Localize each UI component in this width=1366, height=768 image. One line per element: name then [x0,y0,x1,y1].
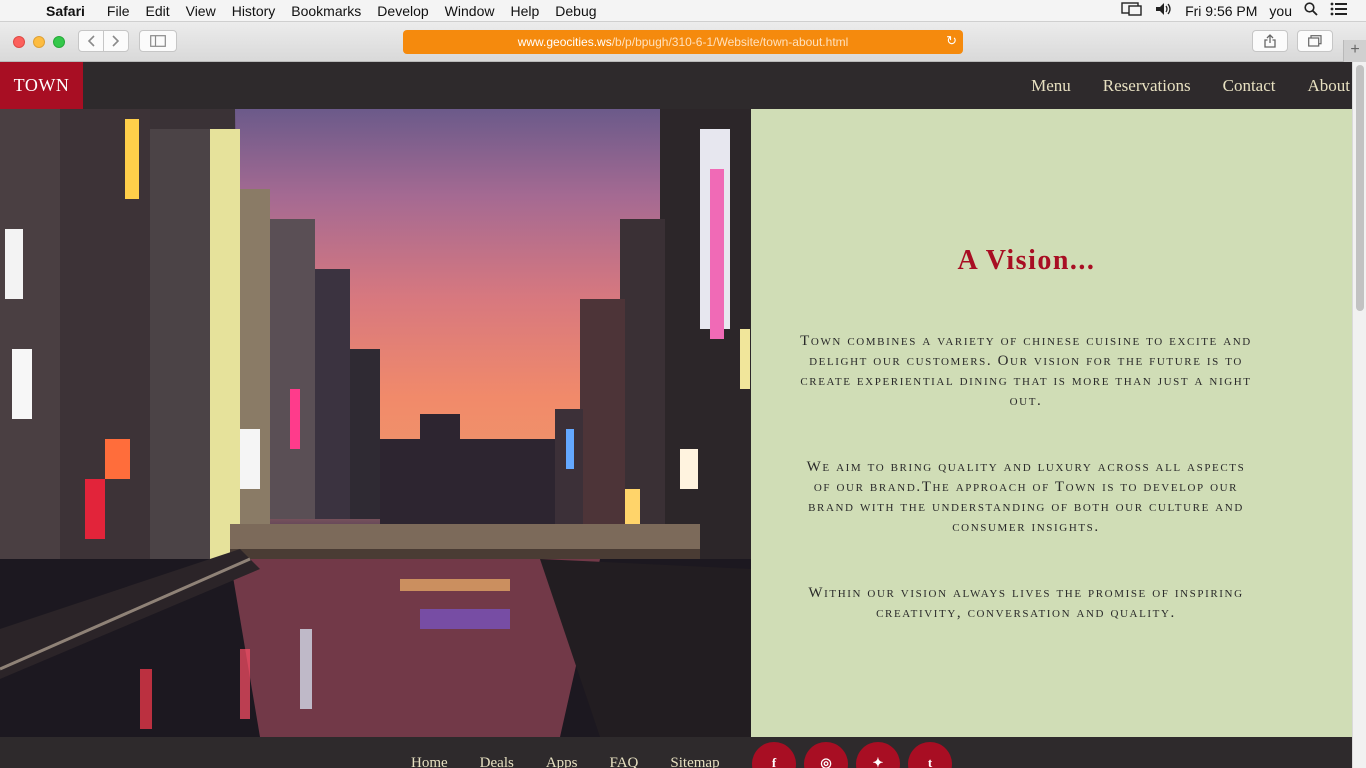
site-nav-links: Menu Reservations Contact About [999,62,1350,109]
menu-bookmarks[interactable]: Bookmarks [283,3,369,19]
site-logo[interactable]: TOWN [0,62,83,109]
vision-paragraph-1: Town combines a variety of chinese cuisi… [800,333,1252,409]
facebook-icon[interactable]: f [752,742,796,768]
address-bar[interactable]: www.geocities.ws/b/p/bpugh/310-6-1/Websi… [403,30,963,54]
menu-help[interactable]: Help [502,3,547,19]
chevron-left-icon [87,35,95,47]
nav-contact-link[interactable]: Contact [1223,76,1276,96]
share-icon [1264,34,1276,48]
footer-home-link[interactable]: Home [411,755,448,768]
twitter-icon[interactable]: ✦ [856,742,900,768]
nav-reservations-link[interactable]: Reservations [1103,76,1191,96]
footer-apps-link[interactable]: Apps [546,755,578,768]
tumblr-icon[interactable]: t [908,742,952,768]
volume-icon[interactable] [1155,2,1173,19]
airplay-icon[interactable] [1121,2,1143,19]
vision-heading: A Vision... [957,245,1096,276]
menu-app-safari[interactable]: Safari [40,3,99,19]
web-page: TOWN Menu Reservations Contact About A V… [0,62,1352,768]
back-button[interactable] [78,30,104,52]
instagram-icon[interactable]: ◎ [804,742,848,768]
spotlight-search-icon[interactable] [1304,2,1318,19]
window-zoom-button[interactable] [53,36,65,48]
footer-links: Home Deals Apps FAQ Sitemap [411,755,752,768]
nav-about-link[interactable]: About [1308,76,1351,96]
hero-city-canal-image [0,109,751,737]
browser-toolbar: www.geocities.ws/b/p/bpugh/310-6-1/Websi… [0,22,1366,62]
mac-menu-bar: Safari File Edit View History Bookmarks … [0,0,1366,22]
footer-deals-link[interactable]: Deals [480,755,514,768]
plus-icon: + [1350,41,1360,58]
chevron-right-icon [112,35,120,47]
scrollbar-thumb[interactable] [1356,65,1364,311]
vision-paragraph-3: Within our vision always lives the promi… [808,585,1244,621]
forward-button[interactable] [103,30,129,52]
url-path: /b/p/bpugh/310-6-1/Website/town-about.ht… [611,35,849,49]
notification-center-icon[interactable] [1330,2,1348,19]
menu-view[interactable]: View [178,3,224,19]
show-tabs-button[interactable] [1297,30,1333,52]
menu-edit[interactable]: Edit [137,3,177,19]
tabs-icon [1308,35,1322,47]
site-footer: Home Deals Apps FAQ Sitemap f ◎ ✦ t [0,737,1352,768]
footer-sitemap-link[interactable]: Sitemap [670,755,719,768]
reload-icon[interactable]: ↻ [946,33,957,49]
menu-debug[interactable]: Debug [547,3,604,19]
nav-menu-link[interactable]: Menu [1031,76,1071,96]
menu-history[interactable]: History [224,3,284,19]
new-tab-button[interactable]: + [1343,40,1366,62]
menu-window[interactable]: Window [437,3,503,19]
clock[interactable]: Fri 9:56 PM [1185,3,1257,19]
vision-panel: A Vision... Town combines a variety of c… [751,109,1352,737]
menu-extras: Fri 9:56 PM you [1121,2,1366,19]
site-navbar: TOWN Menu Reservations Contact About [0,62,1352,109]
share-button[interactable] [1252,30,1288,52]
vision-paragraph-2: We aim to bring quality and luxury acros… [806,459,1246,535]
hero-illustration [0,109,751,737]
sidebar-toggle-button[interactable] [139,30,177,52]
menu-file[interactable]: File [99,3,138,19]
user-name[interactable]: you [1269,3,1292,19]
url-host: www.geocities.ws [517,35,612,49]
footer-faq-link[interactable]: FAQ [610,755,639,768]
sidebar-icon [150,35,166,47]
page-scrollbar[interactable] [1352,62,1366,768]
menu-develop[interactable]: Develop [369,3,436,19]
window-close-button[interactable] [13,36,25,48]
window-minimize-button[interactable] [33,36,45,48]
